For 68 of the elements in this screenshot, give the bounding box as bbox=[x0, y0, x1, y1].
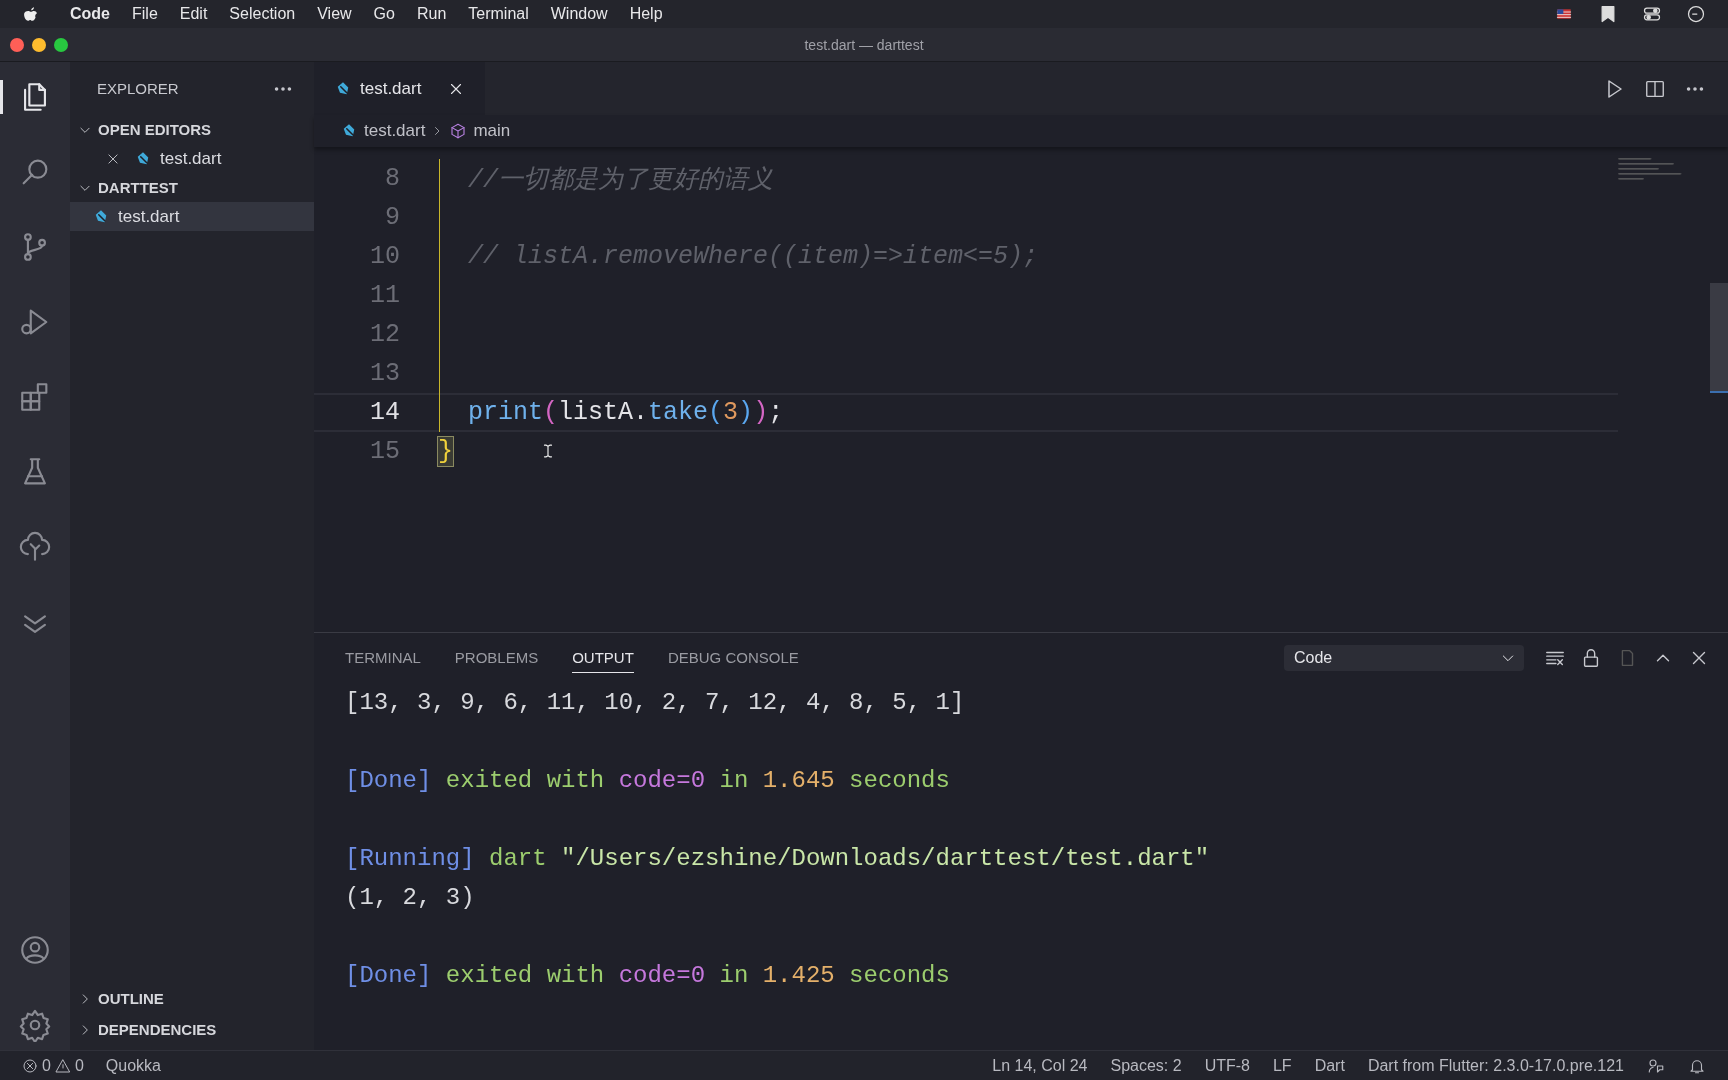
clock-icon[interactable] bbox=[1686, 4, 1706, 24]
close-icon[interactable] bbox=[106, 151, 120, 166]
line-number: 8 bbox=[384, 164, 400, 193]
line-number: 13 bbox=[369, 359, 400, 388]
explorer-file[interactable]: test.dart bbox=[70, 144, 314, 173]
panel-tab[interactable]: DEBUG CONSOLE bbox=[667, 643, 799, 673]
feedback-icon[interactable] bbox=[1647, 1056, 1665, 1075]
tree-icon[interactable] bbox=[18, 530, 52, 564]
status-item[interactable]: Dart bbox=[1314, 1056, 1345, 1075]
file-name: test.dart bbox=[118, 206, 180, 227]
editor-tab[interactable]: test.dart bbox=[314, 62, 486, 115]
error-icon bbox=[22, 1057, 38, 1074]
status-item[interactable]: UTF-8 bbox=[1204, 1056, 1250, 1075]
line-number: 11 bbox=[369, 281, 400, 310]
menu-item[interactable]: Edit bbox=[179, 5, 208, 23]
menu-item[interactable]: Go bbox=[373, 5, 395, 23]
code-line: print(listA.take(3)); bbox=[467, 398, 784, 427]
file-name: test.dart bbox=[160, 148, 222, 169]
cube-icon bbox=[449, 122, 468, 140]
panel-tab[interactable]: TERMINAL bbox=[345, 643, 421, 673]
menu-item[interactable]: File bbox=[132, 5, 158, 23]
breadcrumb[interactable]: main bbox=[473, 121, 511, 141]
section-header[interactable]: OUTLINE bbox=[98, 990, 164, 1007]
status-item[interactable]: Ln 14, Col 24 bbox=[992, 1056, 1088, 1075]
tab-label: test.dart bbox=[360, 78, 422, 99]
output-line: [Done] exited with code=0 in 1.645 seconds bbox=[345, 766, 950, 796]
menu-item[interactable]: Window bbox=[550, 5, 608, 23]
section-header[interactable]: DARTTEST bbox=[98, 179, 178, 196]
code-line: // listA.removeWhere((item)=>item<=5); bbox=[467, 242, 1039, 271]
code-line: //一切都是为了更好的语义 bbox=[467, 165, 773, 195]
window-minimize-button[interactable] bbox=[32, 38, 46, 52]
explorer-file[interactable]: test.dart bbox=[70, 202, 314, 231]
apple-icon[interactable] bbox=[22, 4, 40, 24]
output-line: (1, 2, 3) bbox=[345, 883, 475, 913]
status-item[interactable]: Quokka bbox=[105, 1056, 161, 1075]
output-line: [Running] dart "/Users/ezshine/Downloads/darttest/test.dart" bbox=[345, 844, 1210, 874]
panel-tab[interactable]: OUTPUT bbox=[572, 643, 634, 673]
settings-icon[interactable] bbox=[18, 1008, 52, 1042]
scrollbar-thumb[interactable] bbox=[1710, 283, 1728, 393]
line-number: 15 bbox=[369, 437, 400, 466]
line-number: 9 bbox=[384, 203, 400, 232]
menu-item[interactable]: Help bbox=[629, 5, 663, 23]
status-item[interactable]: LF bbox=[1272, 1056, 1292, 1075]
section-header[interactable]: DEPENDENCIES bbox=[98, 1021, 217, 1038]
sidebar-title: EXPLORER bbox=[97, 80, 179, 97]
channel-dropdown[interactable]: Code bbox=[1284, 645, 1524, 671]
section-header[interactable]: OPEN EDITORS bbox=[98, 121, 212, 138]
breadcrumb[interactable]: test.dart bbox=[364, 121, 426, 141]
panel-tab[interactable]: PROBLEMS bbox=[454, 643, 539, 673]
output-line: [13, 3, 9, 6, 11, 10, 2, 7, 12, 4, 8, 5, 1] bbox=[345, 688, 965, 718]
window-title: test.dart — darttest bbox=[804, 36, 924, 53]
app-menu[interactable]: Code bbox=[70, 5, 110, 23]
status-item[interactable]: Spaces: 2 bbox=[1110, 1056, 1182, 1075]
account-icon[interactable] bbox=[18, 933, 52, 967]
line-number: 10 bbox=[369, 242, 400, 271]
flag-icon[interactable] bbox=[1554, 6, 1574, 22]
window-close-button[interactable] bbox=[10, 38, 24, 52]
problems-indicator[interactable]: 0 0 bbox=[22, 1056, 84, 1075]
menu-item[interactable]: Selection bbox=[229, 5, 296, 23]
status-item[interactable]: Dart from Flutter: 2.3.0-17.0.pre.121 bbox=[1367, 1056, 1624, 1075]
output-line: [Done] exited with code=0 in 1.425 seconds bbox=[345, 961, 950, 991]
menu-item[interactable]: Run bbox=[416, 5, 447, 23]
line-number: 14 bbox=[369, 398, 400, 427]
menu-item[interactable]: View bbox=[317, 5, 352, 23]
window-zoom-button[interactable] bbox=[54, 38, 68, 52]
warning-icon bbox=[54, 1057, 71, 1074]
line-number: 12 bbox=[369, 320, 400, 349]
menu-item[interactable]: Terminal bbox=[468, 5, 529, 23]
